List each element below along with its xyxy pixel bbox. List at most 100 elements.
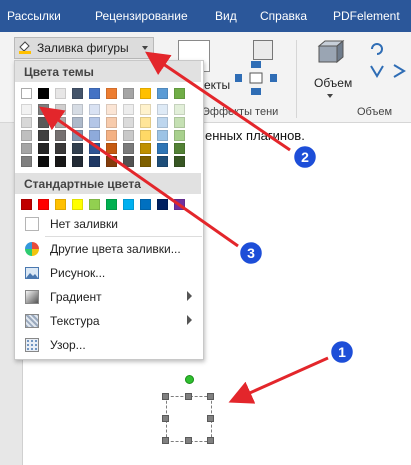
theme-color-swatch[interactable] <box>174 156 185 167</box>
theme-color-swatch[interactable] <box>174 130 185 141</box>
standard-color-swatch[interactable] <box>140 199 151 210</box>
theme-color-swatch[interactable] <box>72 143 83 154</box>
theme-color-swatch[interactable] <box>55 88 66 99</box>
theme-color-swatch[interactable] <box>89 117 100 128</box>
theme-color-swatch[interactable] <box>21 104 32 115</box>
theme-color-swatch[interactable] <box>123 117 134 128</box>
theme-color-swatch[interactable] <box>140 104 151 115</box>
theme-color-swatch[interactable] <box>157 143 168 154</box>
rotation-handle[interactable] <box>185 375 194 384</box>
theme-color-swatch[interactable] <box>157 88 168 99</box>
resize-handle[interactable] <box>162 415 169 422</box>
theme-color-swatch[interactable] <box>106 143 117 154</box>
theme-color-swatch[interactable] <box>140 130 151 141</box>
tab-help[interactable]: Справка <box>260 9 307 23</box>
tab-review[interactable]: Рецензирование <box>95 9 188 23</box>
resize-handle[interactable] <box>207 415 214 422</box>
theme-color-swatch[interactable] <box>38 88 49 99</box>
theme-color-swatch[interactable] <box>123 88 134 99</box>
volume-button-label: Объем <box>314 76 353 90</box>
theme-color-swatch[interactable] <box>123 130 134 141</box>
theme-color-swatch[interactable] <box>106 156 117 167</box>
ribbon-tab-bar: Рассылки Рецензирование Вид Справка PDFe… <box>0 0 411 32</box>
theme-color-swatch[interactable] <box>140 117 151 128</box>
tilt-icon[interactable] <box>368 62 386 80</box>
theme-color-swatch[interactable] <box>174 117 185 128</box>
theme-color-swatch[interactable] <box>89 130 100 141</box>
theme-color-swatch[interactable] <box>157 130 168 141</box>
picture-fill-item[interactable]: Рисунок... <box>16 262 202 285</box>
theme-color-swatch[interactable] <box>106 130 117 141</box>
standard-color-swatch[interactable] <box>174 199 185 210</box>
resize-handle[interactable] <box>185 437 192 444</box>
theme-color-swatch[interactable] <box>21 143 32 154</box>
standard-color-swatch[interactable] <box>21 199 32 210</box>
theme-color-swatch[interactable] <box>174 88 185 99</box>
resize-handle[interactable] <box>162 437 169 444</box>
theme-color-swatch[interactable] <box>38 130 49 141</box>
theme-color-swatch[interactable] <box>55 104 66 115</box>
theme-color-swatch[interactable] <box>174 143 185 154</box>
theme-color-swatch[interactable] <box>123 156 134 167</box>
theme-color-swatch[interactable] <box>89 143 100 154</box>
theme-color-swatch[interactable] <box>38 156 49 167</box>
theme-color-swatch[interactable] <box>106 104 117 115</box>
gradient-fill-item[interactable]: Градиент <box>16 286 202 309</box>
resize-handle[interactable] <box>185 393 192 400</box>
theme-color-swatch[interactable] <box>72 88 83 99</box>
theme-color-swatch[interactable] <box>72 104 83 115</box>
standard-color-swatch[interactable] <box>89 199 100 210</box>
theme-color-swatch[interactable] <box>106 88 117 99</box>
tab-pdfelement[interactable]: PDFelement <box>333 9 400 23</box>
rotate-icon[interactable] <box>368 40 386 58</box>
shape-fill-button[interactable]: Заливка фигуры <box>14 37 154 59</box>
shadow-toggle-icon[interactable] <box>253 40 273 60</box>
theme-color-swatch[interactable] <box>89 156 100 167</box>
theme-color-swatch[interactable] <box>55 156 66 167</box>
theme-color-swatch[interactable] <box>157 156 168 167</box>
texture-fill-item[interactable]: Текстура <box>16 310 202 333</box>
theme-color-swatch[interactable] <box>106 117 117 128</box>
theme-color-swatch[interactable] <box>38 104 49 115</box>
theme-color-swatch[interactable] <box>38 143 49 154</box>
tab-view[interactable]: Вид <box>215 9 237 23</box>
resize-handle[interactable] <box>207 393 214 400</box>
theme-color-swatch[interactable] <box>123 143 134 154</box>
selected-shape[interactable] <box>166 396 212 442</box>
tilt-right-icon[interactable] <box>390 62 408 80</box>
pattern-fill-item[interactable]: Узор... <box>16 334 202 357</box>
theme-color-swatch[interactable] <box>140 88 151 99</box>
no-fill-item[interactable]: Нет заливки <box>16 213 202 236</box>
theme-color-swatch[interactable] <box>157 117 168 128</box>
standard-color-swatch[interactable] <box>38 199 49 210</box>
theme-color-swatch[interactable] <box>21 88 32 99</box>
theme-color-swatch[interactable] <box>89 104 100 115</box>
more-fill-colors-item[interactable]: Другие цвета заливки... <box>16 238 202 261</box>
theme-color-swatch[interactable] <box>140 156 151 167</box>
standard-color-swatch[interactable] <box>106 199 117 210</box>
theme-color-swatch[interactable] <box>72 156 83 167</box>
theme-color-swatch[interactable] <box>55 117 66 128</box>
theme-color-swatch[interactable] <box>140 143 151 154</box>
standard-color-swatch[interactable] <box>157 199 168 210</box>
standard-color-swatch[interactable] <box>72 199 83 210</box>
theme-color-swatch[interactable] <box>38 117 49 128</box>
theme-color-swatch[interactable] <box>123 104 134 115</box>
standard-color-swatch[interactable] <box>55 199 66 210</box>
theme-color-swatch[interactable] <box>89 88 100 99</box>
theme-color-swatch[interactable] <box>21 130 32 141</box>
theme-color-swatch[interactable] <box>55 130 66 141</box>
resize-handle[interactable] <box>207 437 214 444</box>
theme-color-swatch[interactable] <box>157 104 168 115</box>
theme-color-swatch[interactable] <box>72 130 83 141</box>
tab-mailings[interactable]: Рассылки <box>7 9 61 23</box>
standard-color-swatch[interactable] <box>123 199 134 210</box>
nudge-shadow-icon[interactable] <box>234 60 278 96</box>
theme-color-swatch[interactable] <box>55 143 66 154</box>
theme-color-swatch[interactable] <box>21 117 32 128</box>
theme-color-swatch[interactable] <box>21 156 32 167</box>
theme-color-swatch[interactable] <box>72 117 83 128</box>
3d-volume-button[interactable]: Объем <box>306 40 354 98</box>
theme-color-swatch[interactable] <box>174 104 185 115</box>
resize-handle[interactable] <box>162 393 169 400</box>
